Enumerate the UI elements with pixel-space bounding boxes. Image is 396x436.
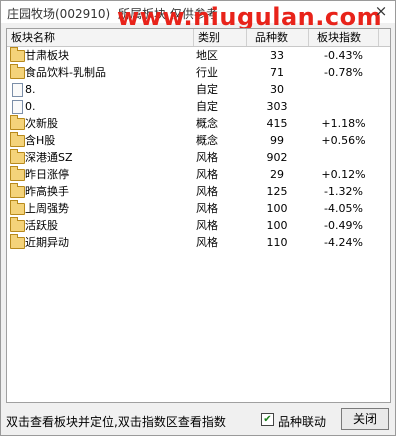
- sector-name: 0.: [25, 100, 36, 113]
- folder-icon: [9, 149, 25, 166]
- sector-name: 近期异动: [25, 236, 69, 249]
- sector-name: 活跃股: [25, 219, 58, 232]
- header-type[interactable]: 类别: [194, 29, 247, 46]
- sector-name: 食品饮料-乳制品: [25, 66, 106, 79]
- sector-type: 风格: [196, 168, 218, 181]
- sector-type: 风格: [196, 185, 218, 198]
- sector-index: -0.49%: [324, 219, 363, 232]
- list-item[interactable]: 食品饮料-乳制品 行业 71 -0.78%: [7, 64, 390, 81]
- sector-index: +0.12%: [321, 168, 366, 181]
- watermark-text: www.niugulan.com: [117, 3, 383, 31]
- link-checkbox-label[interactable]: 品种联动: [278, 413, 326, 430]
- sector-count: 902: [266, 151, 288, 164]
- sector-name: 昨日涨停: [25, 168, 69, 181]
- sector-index: [310, 81, 377, 98]
- sector-name: 上周强势: [25, 202, 69, 215]
- window-title-stock: 庄园牧场(002910): [7, 7, 111, 21]
- sector-name: 次新股: [25, 117, 58, 130]
- sector-type: 概念: [196, 117, 218, 130]
- sector-index: -4.05%: [324, 202, 363, 215]
- folder-icon: [9, 234, 25, 251]
- sector-name: 深港通SZ: [25, 151, 73, 164]
- header-index[interactable]: 板块指数: [309, 29, 379, 46]
- document-icon: [9, 98, 25, 115]
- sector-name: 甘肃板块: [25, 49, 69, 62]
- sector-count: 100: [266, 202, 288, 215]
- sector-index: -1.32%: [324, 185, 363, 198]
- sector-type: 自定: [196, 100, 218, 113]
- list-item[interactable]: 甘肃板块 地区 33 -0.43%: [7, 47, 390, 64]
- folder-icon: [9, 47, 25, 64]
- sector-name: 昨高换手: [25, 185, 69, 198]
- sector-count: 71: [270, 66, 284, 79]
- sector-name: 8.: [25, 83, 36, 96]
- sector-index: [310, 98, 377, 115]
- close-button[interactable]: 关闭: [341, 408, 389, 430]
- sector-index: [310, 149, 377, 166]
- list-item[interactable]: 0. 自定 303: [7, 98, 390, 115]
- list-item[interactable]: 上周强势 风格 100 -4.05%: [7, 200, 390, 217]
- sector-type: 风格: [196, 219, 218, 232]
- sector-index: -4.24%: [324, 236, 363, 249]
- list-item[interactable]: 含H股 概念 99 +0.56%: [7, 132, 390, 149]
- folder-icon: [9, 166, 25, 183]
- sector-index: -0.78%: [324, 66, 363, 79]
- sector-type: 地区: [196, 49, 218, 62]
- sector-index: +0.56%: [321, 134, 366, 147]
- sector-count: 110: [266, 236, 288, 249]
- sector-type: 自定: [196, 83, 218, 96]
- sector-list[interactable]: 板块名称 类别 品种数 板块指数 甘肃板块 地区 33 -0.43% 食品饮料-乳制品 行…: [6, 28, 391, 403]
- list-header: 板块名称 类别 品种数 板块指数: [7, 29, 390, 47]
- header-count[interactable]: 品种数: [247, 29, 309, 46]
- sector-index: -0.43%: [324, 49, 363, 62]
- sector-count: 99: [270, 134, 284, 147]
- list-item[interactable]: 近期异动 风格 110 -4.24%: [7, 234, 390, 251]
- sector-count: 30: [270, 83, 284, 96]
- folder-icon: [9, 217, 25, 234]
- list-item[interactable]: 深港通SZ 风格 902: [7, 149, 390, 166]
- sector-count: 415: [266, 117, 288, 130]
- sector-count: 100: [266, 219, 288, 232]
- sector-type: 风格: [196, 202, 218, 215]
- list-item[interactable]: 昨日涨停 风格 29 +0.12%: [7, 166, 390, 183]
- folder-icon: [9, 132, 25, 149]
- check-icon: ✔: [263, 414, 272, 425]
- header-name[interactable]: 板块名称: [7, 29, 194, 46]
- status-bar: 双击查看板块并定位,双击指数区查看指数 ✔ 品种联动 关闭: [1, 405, 395, 435]
- sector-count: 33: [270, 49, 284, 62]
- sector-type: 风格: [196, 236, 218, 249]
- sector-name: 含H股: [25, 134, 56, 147]
- list-item[interactable]: 8. 自定 30: [7, 81, 390, 98]
- title-bar: 庄园牧场(002910) 所属板块 仅供参考 www.niugulan.com …: [1, 1, 395, 31]
- folder-icon: [9, 64, 25, 81]
- sector-index: +1.18%: [321, 117, 366, 130]
- sector-dialog: 庄园牧场(002910) 所属板块 仅供参考 www.niugulan.com …: [0, 0, 396, 436]
- list-item[interactable]: 次新股 概念 415 +1.18%: [7, 115, 390, 132]
- folder-icon: [9, 200, 25, 217]
- close-icon[interactable]: ×: [373, 3, 389, 19]
- link-checkbox[interactable]: ✔: [261, 413, 274, 426]
- sector-count: 303: [266, 100, 288, 113]
- document-icon: [9, 81, 25, 98]
- sector-type: 概念: [196, 134, 218, 147]
- sector-type: 行业: [196, 66, 218, 79]
- list-item[interactable]: 活跃股 风格 100 -0.49%: [7, 217, 390, 234]
- status-hint: 双击查看板块并定位,双击指数区查看指数: [6, 415, 226, 429]
- list-item[interactable]: 昨高换手 风格 125 -1.32%: [7, 183, 390, 200]
- folder-icon: [9, 115, 25, 132]
- folder-icon: [9, 183, 25, 200]
- sector-count: 29: [270, 168, 284, 181]
- sector-count: 125: [266, 185, 288, 198]
- sector-type: 风格: [196, 151, 218, 164]
